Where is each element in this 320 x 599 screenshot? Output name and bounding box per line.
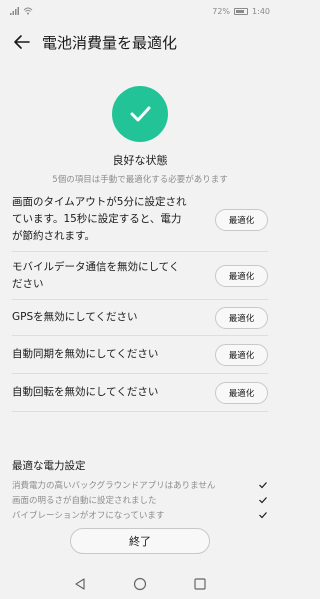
square-recent-icon[interactable] — [193, 577, 207, 591]
battery-percent: 72% — [212, 6, 231, 16]
item-text: 画面のタイムアウトが5分に設定され ています。15秒に設定すると、電力 が節約さ… — [12, 196, 187, 242]
status-hero: 良好な状態 5個の項目は手動で最適化する必要があります — [0, 86, 280, 185]
optimize-button[interactable]: 最適化 — [215, 306, 268, 329]
list-item: モバイルデータ通信を無効にしてく ださい 最適化 — [12, 252, 268, 300]
optimal-item: 画面の明るさが自動に設定されました — [12, 492, 268, 507]
status-left — [10, 7, 33, 15]
manual-items-list: 画面のタイムアウトが5分に設定され ています。15秒に設定すると、電力 が節約さ… — [12, 188, 268, 412]
item-text: モバイルデータ通信を無効にしてく ださい — [12, 260, 180, 290]
check-icon — [259, 496, 267, 503]
optimal-settings: 最適な電力設定 消費電力の高いバックグラウンドアプリはありません 画面の明るさが… — [12, 458, 268, 522]
section-title: 最適な電力設定 — [12, 460, 86, 472]
optimize-button[interactable]: 最適化 — [215, 343, 268, 366]
page-title: 電池消費量を最適化 — [42, 33, 178, 52]
optimize-button[interactable]: 最適化 — [215, 264, 268, 287]
status-title: 良好な状態 — [112, 154, 168, 167]
circle-home-icon[interactable] — [133, 577, 147, 591]
list-item: 画面のタイムアウトが5分に設定され ています。15秒に設定すると、電力 が節約さ… — [12, 188, 268, 252]
item-text: 自動回転を無効にしてください — [12, 386, 159, 398]
status-bar: 72% 1:40 — [0, 0, 280, 22]
optimize-button[interactable]: 最適化 — [215, 381, 268, 404]
navigation-bar — [0, 568, 280, 599]
done-wrap: 終了 — [0, 528, 280, 554]
signal-icon — [10, 7, 19, 15]
clock: 1:40 — [252, 6, 270, 16]
back-arrow-icon[interactable] — [12, 32, 32, 52]
list-item: 自動同期を無効にしてください 最適化 — [12, 336, 268, 374]
list-item: GPSを無効にしてください 最適化 — [12, 300, 268, 336]
item-text: GPSを無効にしてください — [12, 311, 138, 323]
check-icon — [112, 86, 168, 142]
optimal-item: 消費電力の高いバックグラウンドアプリはありません — [12, 477, 268, 492]
optimal-item: バイブレーションがオフになっています — [12, 507, 268, 522]
triangle-back-icon[interactable] — [73, 577, 87, 591]
item-text: 自動同期を無効にしてください — [12, 348, 159, 360]
list-item: 自動回転を無効にしてください 最適化 — [12, 374, 268, 412]
status-right: 72% 1:40 — [212, 7, 270, 16]
check-icon — [259, 511, 267, 518]
battery-icon — [234, 7, 249, 15]
status-subtitle: 5個の項目は手動で最適化する必要があります — [52, 175, 228, 185]
optimize-button[interactable]: 最適化 — [215, 208, 268, 231]
done-button[interactable]: 終了 — [70, 528, 210, 554]
check-icon — [259, 481, 267, 488]
wifi-icon — [23, 7, 33, 15]
app-header: 電池消費量を最適化 — [0, 24, 280, 60]
